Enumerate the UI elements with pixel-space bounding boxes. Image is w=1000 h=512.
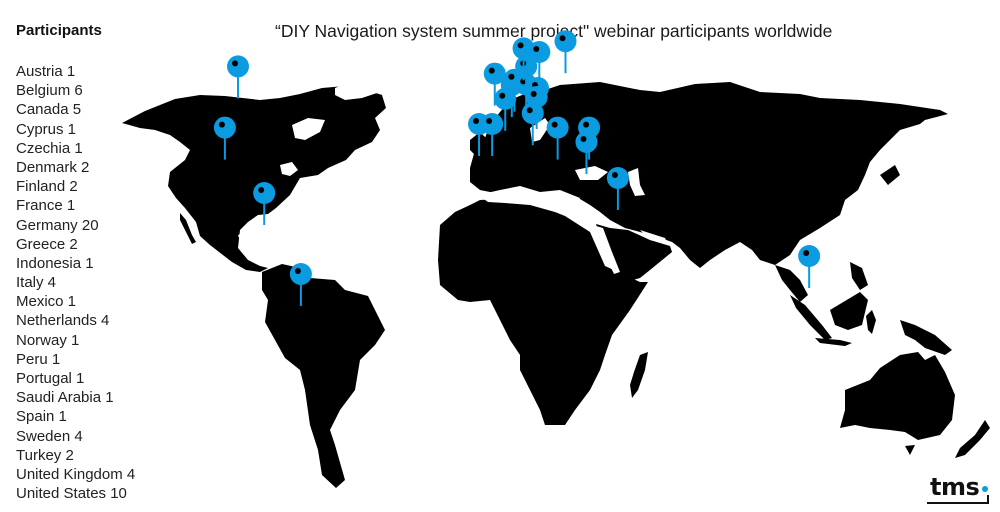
japan [880, 165, 900, 185]
pin-hole [583, 121, 590, 128]
pin-head [575, 131, 598, 153]
pin-head [528, 41, 551, 63]
map-pin-finland[interactable] [554, 30, 577, 74]
australia [840, 352, 955, 440]
logo-text: tms [930, 473, 980, 501]
pin-head [227, 55, 249, 78]
south-america [262, 264, 385, 488]
pin-head [546, 116, 569, 139]
pin-hole [499, 92, 506, 99]
madagascar [630, 352, 648, 398]
borneo [830, 292, 868, 330]
map-pin-canada[interactable] [227, 55, 249, 99]
pin-head [253, 182, 276, 204]
pin-hole [232, 60, 238, 67]
map-pin-indonesia[interactable] [798, 245, 821, 288]
pin-hole [488, 67, 495, 74]
pin-hole [611, 172, 618, 178]
pin-head [213, 116, 236, 139]
pin-hole [533, 46, 540, 52]
pin-head [554, 30, 577, 53]
new-guinea [900, 320, 952, 355]
philippines [850, 262, 868, 290]
pin-hole [803, 250, 810, 256]
gulf-of-mexico [238, 228, 275, 250]
pin-head [521, 102, 544, 125]
pin-hole [258, 187, 265, 193]
pin-hole [486, 118, 493, 124]
pin-head [798, 245, 821, 267]
pin-hole [580, 136, 587, 142]
pin-hole [473, 118, 480, 124]
logo-accent-dot [982, 486, 988, 492]
tasmania [905, 445, 915, 455]
pin-head [289, 263, 312, 285]
world-map [122, 30, 990, 488]
pin-head [606, 167, 629, 189]
sulawesi [866, 310, 876, 334]
java [815, 338, 852, 346]
pin-hole [559, 35, 566, 42]
pin-hole [294, 268, 301, 274]
pin-hole [530, 91, 537, 97]
pin-hole [526, 107, 533, 114]
pin-hole [218, 121, 225, 128]
pin-hole [517, 42, 524, 49]
pin-head [481, 113, 504, 135]
new-zealand [955, 420, 990, 458]
sumatra [790, 295, 832, 340]
logo-underline [927, 502, 989, 504]
pin-hole [551, 121, 558, 128]
pin-hole [508, 73, 515, 80]
tms-logo: tms [927, 473, 993, 507]
